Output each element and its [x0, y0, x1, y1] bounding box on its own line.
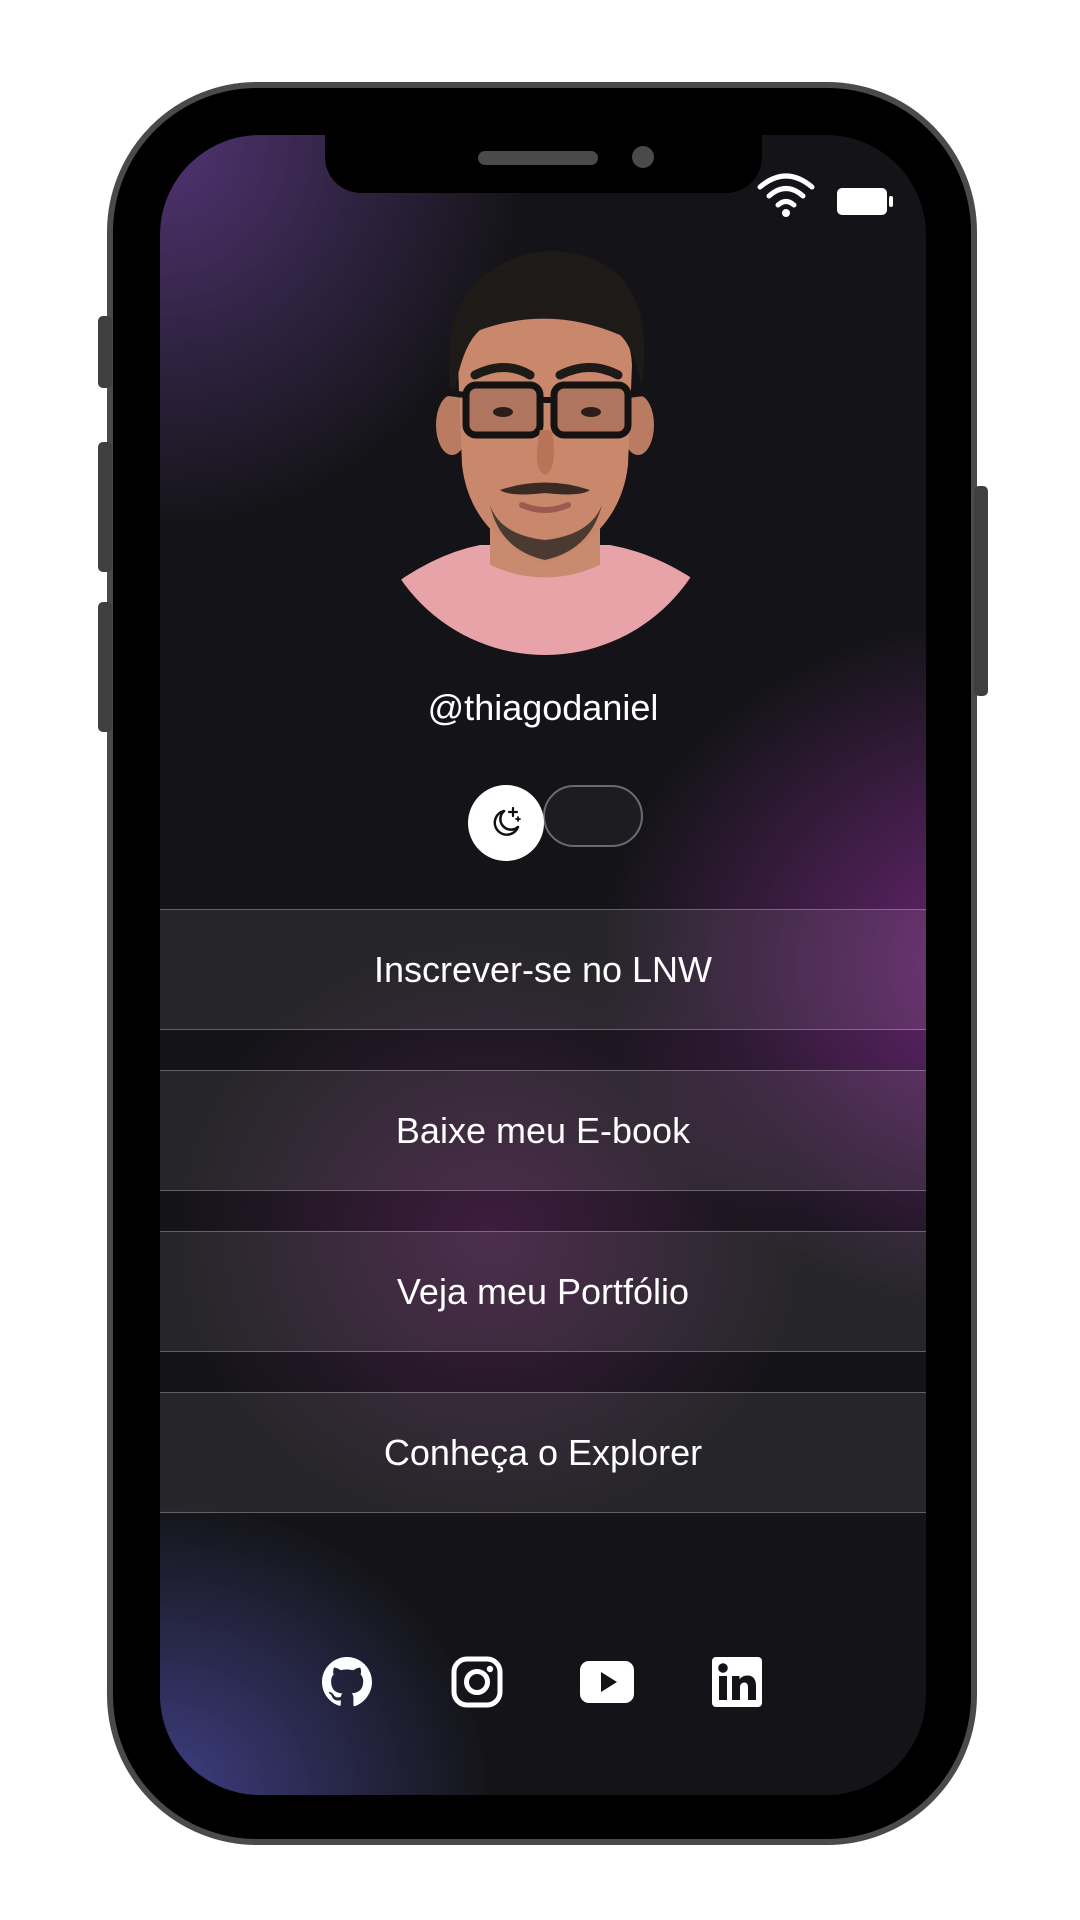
link-label: Conheça o Explorer: [383, 1431, 703, 1473]
phone-volume-down-button: [98, 602, 112, 732]
phone-screen: @thiagodaniel Inscrever-se no LNW Baixe …: [160, 135, 926, 1795]
link-button-ebook[interactable]: Baixe meu E-book: [160, 1070, 926, 1191]
avatar: [370, 235, 720, 655]
link-list: Inscrever-se no LNW Baixe meu E-book Vej…: [160, 909, 926, 1553]
youtube-icon[interactable]: [580, 1655, 634, 1709]
phone-mute-switch: [98, 316, 112, 388]
wifi-icon: [757, 173, 815, 217]
theme-toggle-knob[interactable]: [468, 785, 544, 861]
username: @thiagodaniel: [427, 687, 659, 728]
link-button-explorer[interactable]: Conheça o Explorer: [160, 1392, 926, 1513]
notch: [325, 135, 762, 193]
link-label: Veja meu Portfólio: [396, 1270, 690, 1312]
link-label: Inscrever-se no LNW: [373, 948, 713, 990]
speaker: [478, 151, 598, 165]
phone-volume-up-button: [98, 442, 112, 572]
theme-toggle[interactable]: [543, 785, 643, 847]
linkedin-icon[interactable]: [710, 1655, 764, 1709]
front-camera: [632, 146, 654, 168]
moon-stars-icon: [493, 806, 521, 836]
battery-icon: [837, 188, 893, 215]
phone-power-button: [974, 486, 988, 696]
instagram-icon[interactable]: [450, 1655, 504, 1709]
link-label: Baixe meu E-book: [395, 1109, 691, 1151]
link-button-portfolio[interactable]: Veja meu Portfólio: [160, 1231, 926, 1352]
github-icon[interactable]: [320, 1655, 374, 1709]
link-button-lnw[interactable]: Inscrever-se no LNW: [160, 909, 926, 1030]
